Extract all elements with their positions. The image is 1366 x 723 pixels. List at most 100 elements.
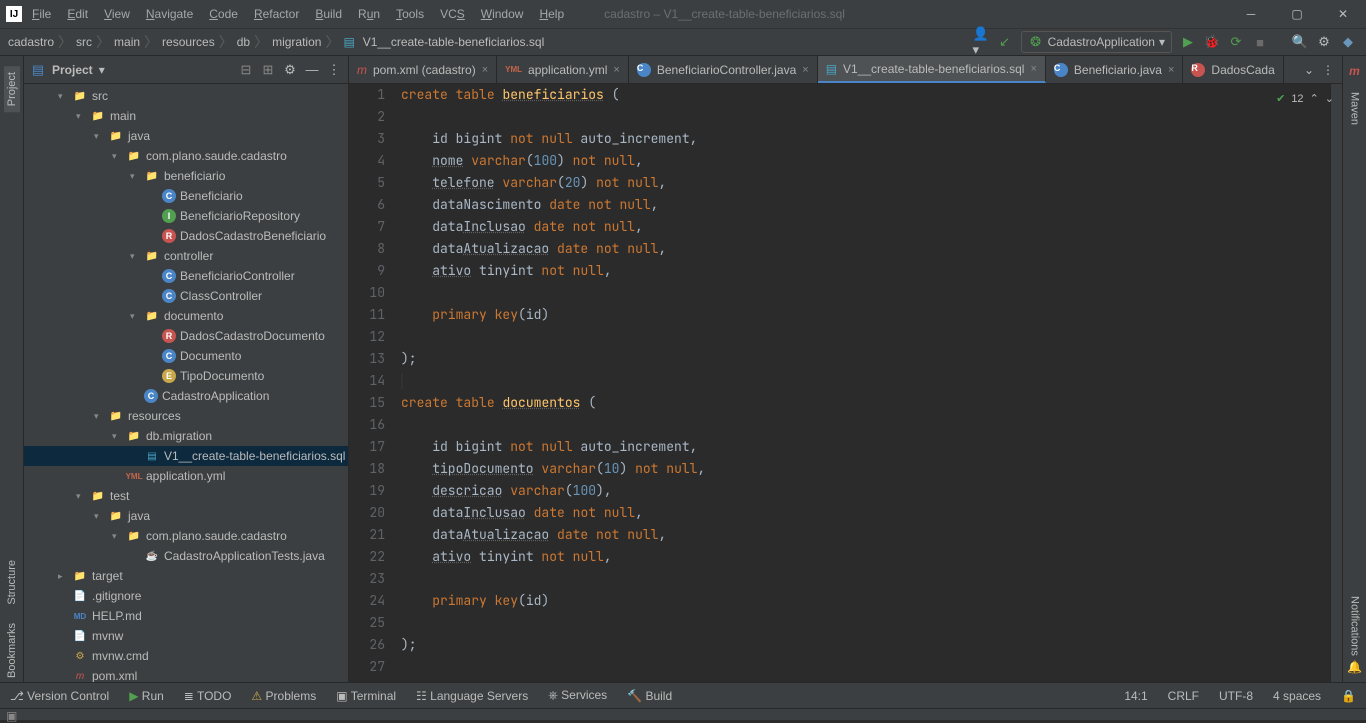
crumb-file[interactable]: V1__create-table-beneficiarios.sql bbox=[361, 35, 546, 49]
tool-version-control[interactable]: ⎇ Version Control bbox=[10, 689, 109, 703]
tool-lang-servers[interactable]: ☷ Language Servers bbox=[416, 689, 528, 703]
minimize-button[interactable]: ─ bbox=[1228, 0, 1274, 28]
lock-icon[interactable]: 🔒 bbox=[1341, 689, 1356, 703]
tree-test-java[interactable]: ▾📁java bbox=[24, 506, 348, 526]
coverage-icon[interactable]: ⟳ bbox=[1228, 34, 1244, 50]
bell-icon[interactable]: 🔔 bbox=[1347, 660, 1362, 674]
close-button[interactable]: ✕ bbox=[1320, 0, 1366, 28]
debug-button-icon[interactable]: 🐞 bbox=[1204, 34, 1220, 50]
stripe-structure[interactable]: Structure bbox=[6, 556, 18, 609]
tree-documento-pkg[interactable]: ▾📁documento bbox=[24, 306, 348, 326]
tool-windows-icon[interactable]: ▣ bbox=[0, 709, 17, 723]
status-encoding[interactable]: UTF-8 bbox=[1219, 689, 1253, 703]
tree-benef-controller[interactable]: CBeneficiarioController bbox=[24, 266, 348, 286]
tree-dbmigration[interactable]: ▾📁db.migration bbox=[24, 426, 348, 446]
more-icon[interactable]: ⋮ bbox=[326, 62, 342, 78]
crumb-db[interactable]: db bbox=[235, 35, 252, 49]
chevron-down-icon[interactable]: ⌄ bbox=[1304, 63, 1314, 77]
tree-mvnw[interactable]: 📄mvnw bbox=[24, 626, 348, 646]
tab-dados[interactable]: RDadosCada bbox=[1183, 56, 1283, 83]
menu-window[interactable]: Window bbox=[481, 7, 524, 21]
menu-run[interactable]: Run bbox=[358, 7, 380, 21]
menu-vcs[interactable]: VCS bbox=[440, 7, 465, 21]
tree-src[interactable]: ▾📁src bbox=[24, 86, 348, 106]
search-everywhere-icon[interactable]: 🔍 bbox=[1292, 34, 1308, 50]
tool-run[interactable]: ▶ Run bbox=[129, 689, 164, 703]
menu-navigate[interactable]: Navigate bbox=[146, 7, 193, 21]
tree-controller-pkg[interactable]: ▾📁controller bbox=[24, 246, 348, 266]
tool-terminal[interactable]: ▣ Terminal bbox=[336, 689, 396, 703]
status-caret-pos[interactable]: 14:1 bbox=[1124, 689, 1147, 703]
tab-pom[interactable]: mpom.xml (cadastro)× bbox=[349, 56, 497, 83]
tool-services[interactable]: ⎈ Services bbox=[548, 688, 607, 703]
tab-benef-controller[interactable]: CBeneficiarioController.java× bbox=[629, 56, 818, 83]
tree-beneficiario-pkg[interactable]: ▾📁beneficiario bbox=[24, 166, 348, 186]
tab-yml[interactable]: YMLapplication.yml× bbox=[497, 56, 629, 83]
menu-edit[interactable]: Edit bbox=[67, 7, 88, 21]
tree-java[interactable]: ▾📁java bbox=[24, 126, 348, 146]
stripe-notifications[interactable]: Notifications bbox=[1349, 592, 1361, 660]
more-icon[interactable]: ⋮ bbox=[1322, 63, 1334, 77]
breadcrumb[interactable]: cadastro〉 src〉 main〉 resources〉 db〉 migr… bbox=[0, 32, 546, 52]
menu-code[interactable]: Code bbox=[209, 7, 238, 21]
tree-dados-doc[interactable]: RDadosCadastroDocumento bbox=[24, 326, 348, 346]
tab-beneficiario[interactable]: CBeneficiario.java× bbox=[1046, 56, 1184, 83]
status-indent[interactable]: 4 spaces bbox=[1273, 689, 1321, 703]
settings-icon[interactable]: ⚙ bbox=[1316, 34, 1332, 50]
maven-icon[interactable]: m bbox=[1349, 64, 1360, 78]
close-icon[interactable]: × bbox=[482, 64, 488, 76]
tree-main[interactable]: ▾📁main bbox=[24, 106, 348, 126]
crumb-project[interactable]: cadastro bbox=[6, 35, 56, 49]
menu-view[interactable]: View bbox=[104, 7, 130, 21]
tree-tipo-documento[interactable]: ETipoDocumento bbox=[24, 366, 348, 386]
tool-problems[interactable]: ⚠ Problems bbox=[251, 689, 316, 703]
menu-tools[interactable]: Tools bbox=[396, 7, 424, 21]
tree-beneficiario[interactable]: CBeneficiario bbox=[24, 186, 348, 206]
vcs-update-icon[interactable]: ↙ bbox=[997, 34, 1013, 50]
code-content[interactable]: create table beneficiarios ( id bigint n… bbox=[401, 84, 1330, 682]
tree-pom[interactable]: mpom.xml bbox=[24, 666, 348, 682]
tree-dados-beneficiario[interactable]: RDadosCadastroBeneficiario bbox=[24, 226, 348, 246]
status-eol[interactable]: CRLF bbox=[1168, 689, 1199, 703]
close-icon[interactable]: × bbox=[1030, 63, 1036, 75]
tree-beneficiario-repo[interactable]: IBeneficiarioRepository bbox=[24, 206, 348, 226]
maximize-button[interactable]: ▢ bbox=[1274, 0, 1320, 28]
tool-todo[interactable]: ≣ TODO bbox=[184, 689, 232, 703]
tab-sql-active[interactable]: ▤V1__create-table-beneficiarios.sql× bbox=[818, 56, 1046, 83]
project-tree[interactable]: ▾📁src ▾📁main ▾📁java ▾📁com.plano.saude.ca… bbox=[24, 84, 348, 682]
hide-icon[interactable]: — bbox=[304, 62, 320, 78]
tree-test-pkg[interactable]: ▾📁com.plano.saude.cadastro bbox=[24, 526, 348, 546]
user-icon[interactable]: 👤▾ bbox=[973, 34, 989, 50]
tree-class-controller[interactable]: CClassController bbox=[24, 286, 348, 306]
menu-build[interactable]: Build bbox=[315, 7, 342, 21]
tree-target[interactable]: ▸📁target bbox=[24, 566, 348, 586]
tool-build[interactable]: 🔨 Build bbox=[627, 689, 672, 703]
tree-test-file[interactable]: ☕CadastroApplicationTests.java bbox=[24, 546, 348, 566]
select-opened-icon[interactable]: ⊟ bbox=[238, 62, 254, 78]
expand-all-icon[interactable]: ⊞ bbox=[260, 62, 276, 78]
plugin-icon[interactable]: ◆ bbox=[1340, 34, 1356, 50]
tree-gitignore[interactable]: 📄.gitignore bbox=[24, 586, 348, 606]
tree-sql-file[interactable]: ▤V1__create-table-beneficiarios.sql bbox=[24, 446, 348, 466]
close-icon[interactable]: × bbox=[613, 64, 619, 76]
tree-resources[interactable]: ▾📁resources bbox=[24, 406, 348, 426]
crumb-main[interactable]: main bbox=[112, 35, 142, 49]
editor-scrollbar[interactable] bbox=[1330, 84, 1342, 682]
stripe-maven[interactable]: Maven bbox=[1349, 88, 1361, 129]
crumb-resources[interactable]: resources bbox=[160, 35, 217, 49]
tree-test[interactable]: ▾📁test bbox=[24, 486, 348, 506]
run-configuration-selector[interactable]: ❂ CadastroApplication ▾ bbox=[1021, 31, 1172, 53]
tree-cadastro-app[interactable]: CCadastroApplication bbox=[24, 386, 348, 406]
gear-icon[interactable]: ⚙ bbox=[282, 62, 298, 78]
stripe-bookmarks[interactable]: Bookmarks bbox=[6, 619, 18, 682]
menu-help[interactable]: Help bbox=[539, 7, 564, 21]
tree-pkg[interactable]: ▾📁com.plano.saude.cadastro bbox=[24, 146, 348, 166]
crumb-migration[interactable]: migration bbox=[270, 35, 323, 49]
menu-refactor[interactable]: Refactor bbox=[254, 7, 299, 21]
chevron-down-icon[interactable]: ▾ bbox=[99, 63, 105, 77]
stripe-project[interactable]: Project bbox=[4, 66, 20, 112]
stop-button-icon[interactable]: ■ bbox=[1252, 34, 1268, 50]
run-button-icon[interactable]: ▶ bbox=[1180, 34, 1196, 50]
close-icon[interactable]: × bbox=[1168, 64, 1174, 76]
tree-app-yml[interactable]: YMLapplication.yml bbox=[24, 466, 348, 486]
